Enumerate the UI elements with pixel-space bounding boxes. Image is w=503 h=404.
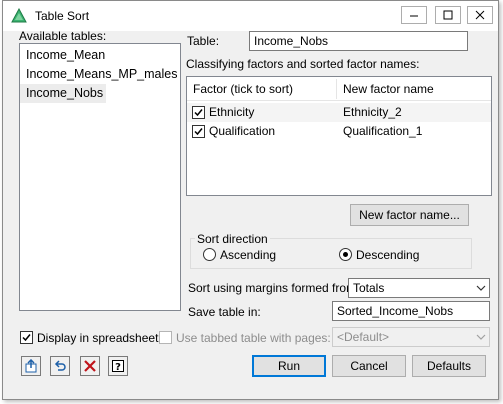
list-item[interactable]: Income_Mean: [20, 46, 180, 65]
chevron-down-icon: [476, 285, 486, 291]
defaults-button[interactable]: Defaults: [412, 355, 486, 377]
chevron-down-icon: [476, 334, 486, 340]
ascending-label[interactable]: Ascending: [220, 248, 276, 262]
checkmark-icon: [22, 334, 31, 342]
close-button[interactable]: [467, 6, 493, 24]
factor-table[interactable]: Factor (tick to sort) New factor name Et…: [186, 76, 492, 196]
factor-row-ethnicity[interactable]: Ethnicity Ethnicity_2: [187, 103, 491, 122]
cancel-button[interactable]: Cancel: [332, 355, 406, 377]
available-tables-list[interactable]: Income_Mean Income_Means_MP_males Income…: [19, 43, 181, 311]
factor-name: Ethnicity: [209, 105, 255, 119]
tabbed-pages-value: <Default>: [337, 330, 390, 344]
run-button[interactable]: Run: [252, 355, 326, 377]
list-item-selected[interactable]: Income_Nobs: [20, 84, 106, 103]
new-factor-name-button[interactable]: New factor name...: [350, 204, 469, 226]
genstat-triangle-icon: [11, 8, 27, 23]
margins-label: Sort using margins formed from:: [188, 281, 360, 295]
descending-radio[interactable]: [339, 248, 352, 261]
checkmark-icon: [194, 128, 203, 136]
title-bar: Table Sort: [3, 1, 498, 31]
tabbed-table-checkbox[interactable]: [159, 331, 172, 344]
factor-column-header[interactable]: Factor (tick to sort): [193, 82, 293, 96]
new-factor-name[interactable]: Qualification_1: [343, 124, 422, 138]
display-spreadsheet-label[interactable]: Display in spreadsheet: [37, 331, 158, 345]
checkmark-icon: [194, 109, 203, 117]
factor-name: Qualification: [209, 124, 276, 138]
margins-select[interactable]: Totals: [348, 278, 490, 298]
clear-x-icon: [84, 360, 96, 372]
close-icon: [475, 10, 485, 20]
save-table-input[interactable]: Sorted_Income_Nobs: [332, 301, 490, 321]
undo-icon: [54, 360, 66, 371]
help-button[interactable]: ?: [108, 356, 128, 376]
maximize-icon: [443, 10, 453, 20]
factor-checkbox[interactable]: [192, 106, 205, 119]
table-input[interactable]: Income_Nobs: [249, 31, 468, 51]
maximize-button[interactable]: [435, 6, 461, 24]
table-sort-dialog: Table Sort Available tables: Income_Mean…: [2, 0, 499, 400]
factor-checkbox[interactable]: [192, 125, 205, 138]
save-options-button[interactable]: [21, 356, 41, 376]
help-question-icon: ?: [112, 360, 124, 373]
margins-value: Totals: [353, 281, 385, 295]
ascending-radio[interactable]: [203, 248, 216, 261]
svg-text:?: ?: [115, 362, 121, 373]
factor-table-header: Factor (tick to sort) New factor name: [187, 77, 491, 101]
undo-button[interactable]: [50, 356, 70, 376]
list-item[interactable]: Income_Means_MP_males: [20, 65, 180, 84]
classifying-factors-label: Classifying factors and sorted factor na…: [186, 57, 420, 71]
minimize-button[interactable]: [401, 6, 427, 24]
window-title: Table Sort: [35, 9, 90, 23]
new-name-column-header[interactable]: New factor name: [343, 82, 434, 96]
new-factor-name[interactable]: Ethnicity_2: [343, 105, 402, 119]
minimize-icon: [410, 15, 418, 17]
descending-label[interactable]: Descending: [356, 248, 419, 262]
table-label: Table:: [187, 34, 220, 48]
display-spreadsheet-checkbox[interactable]: [20, 331, 33, 344]
radio-selected-dot: [343, 252, 348, 257]
tabbed-table-label[interactable]: Use tabbed table with pages:: [176, 331, 331, 345]
tabbed-pages-select[interactable]: <Default>: [332, 327, 490, 347]
factor-row-qualification[interactable]: Qualification Qualification_1: [187, 122, 491, 141]
sort-direction-label: Sort direction: [195, 232, 270, 246]
column-separator: [336, 79, 337, 99]
available-tables-label: Available tables:: [19, 29, 107, 43]
clear-button[interactable]: [80, 356, 100, 376]
export-arrow-icon: [25, 359, 37, 373]
save-table-label: Save table in:: [188, 305, 261, 319]
